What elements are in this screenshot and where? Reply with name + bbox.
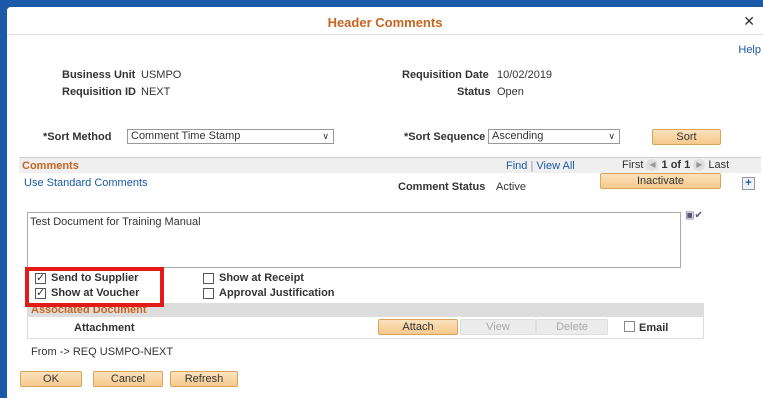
header-comments-dialog: Header Comments ✕ Help Business Unit USM… bbox=[7, 7, 763, 398]
comment-status-label: Comment Status bbox=[398, 181, 486, 193]
link-separator: | bbox=[530, 160, 534, 172]
cancel-button[interactable]: Cancel bbox=[93, 371, 163, 387]
attach-button[interactable]: Attach bbox=[378, 319, 458, 335]
dialog-title: Header Comments bbox=[327, 15, 443, 30]
comments-section-title: Comments bbox=[22, 160, 79, 172]
inactivate-button[interactable]: Inactivate bbox=[600, 173, 721, 189]
sort-method-label: *Sort Method bbox=[43, 131, 112, 143]
requisition-date-value: 10/02/2019 bbox=[497, 69, 553, 81]
approval-justification-label: Approval Justification bbox=[219, 287, 335, 299]
from-text: From -> REQ USMPO-NEXT bbox=[31, 346, 174, 358]
refresh-button[interactable]: Refresh bbox=[170, 371, 238, 387]
status-label: Status bbox=[457, 86, 491, 98]
dialog-titlebar: Header Comments ✕ bbox=[7, 7, 763, 35]
show-at-receipt-label: Show at Receipt bbox=[219, 272, 304, 284]
view-button[interactable]: View bbox=[460, 319, 536, 335]
show-at-receipt-checkbox[interactable] bbox=[203, 273, 214, 284]
business-unit-value: USMPO bbox=[141, 69, 182, 81]
comment-text: Test Document for Training Manual bbox=[30, 216, 201, 228]
chevron-down-icon: ∨ bbox=[322, 131, 329, 141]
sort-sequence-label: *Sort Sequence bbox=[404, 131, 486, 143]
sort-method-select[interactable]: Comment Time Stamp ∨ bbox=[127, 129, 334, 144]
help-link[interactable]: Help bbox=[738, 44, 761, 56]
status-value: Open bbox=[497, 86, 524, 98]
business-unit-label: Business Unit bbox=[62, 69, 136, 81]
comments-section-header: Comments Find | View All First ◀ 1 of 1 … bbox=[19, 157, 761, 173]
pager-text: 1 of 1 bbox=[661, 159, 691, 171]
highlight-box bbox=[25, 267, 164, 307]
requisition-date-label: Requisition Date bbox=[402, 69, 489, 81]
first-label: First bbox=[622, 159, 644, 171]
associated-document-row: Attachment Attach View Delete Email bbox=[27, 317, 704, 339]
ok-button[interactable]: OK bbox=[20, 371, 82, 387]
requisition-id-value: NEXT bbox=[141, 86, 171, 98]
comment-status-value: Active bbox=[496, 181, 526, 193]
sort-sequence-select[interactable]: Ascending ∨ bbox=[488, 129, 620, 144]
previous-arrow-icon[interactable]: ◀ bbox=[646, 159, 659, 172]
attachment-label: Attachment bbox=[74, 322, 135, 334]
sort-button[interactable]: Sort bbox=[652, 129, 721, 145]
approval-justification-checkbox[interactable] bbox=[203, 288, 214, 299]
email-label: Email bbox=[639, 322, 669, 334]
comment-textarea[interactable]: Test Document for Training Manual bbox=[27, 212, 681, 268]
requisition-id-label: Requisition ID bbox=[62, 86, 136, 98]
delete-button[interactable]: Delete bbox=[536, 319, 608, 335]
email-checkbox[interactable] bbox=[624, 321, 635, 332]
add-row-icon[interactable]: + bbox=[742, 177, 755, 190]
chevron-down-icon: ∨ bbox=[608, 131, 615, 141]
next-arrow-icon[interactable]: ▶ bbox=[693, 159, 706, 172]
last-label: Last bbox=[708, 159, 730, 171]
find-link[interactable]: Find bbox=[506, 160, 527, 172]
view-all-link[interactable]: View All bbox=[536, 160, 574, 172]
sort-sequence-value: Ascending bbox=[492, 130, 544, 142]
sort-method-value: Comment Time Stamp bbox=[131, 130, 241, 142]
spell-check-icon[interactable]: ▣✔ bbox=[685, 210, 703, 221]
close-icon[interactable]: ✕ bbox=[743, 13, 755, 30]
use-standard-comments-link[interactable]: Use Standard Comments bbox=[24, 177, 148, 189]
